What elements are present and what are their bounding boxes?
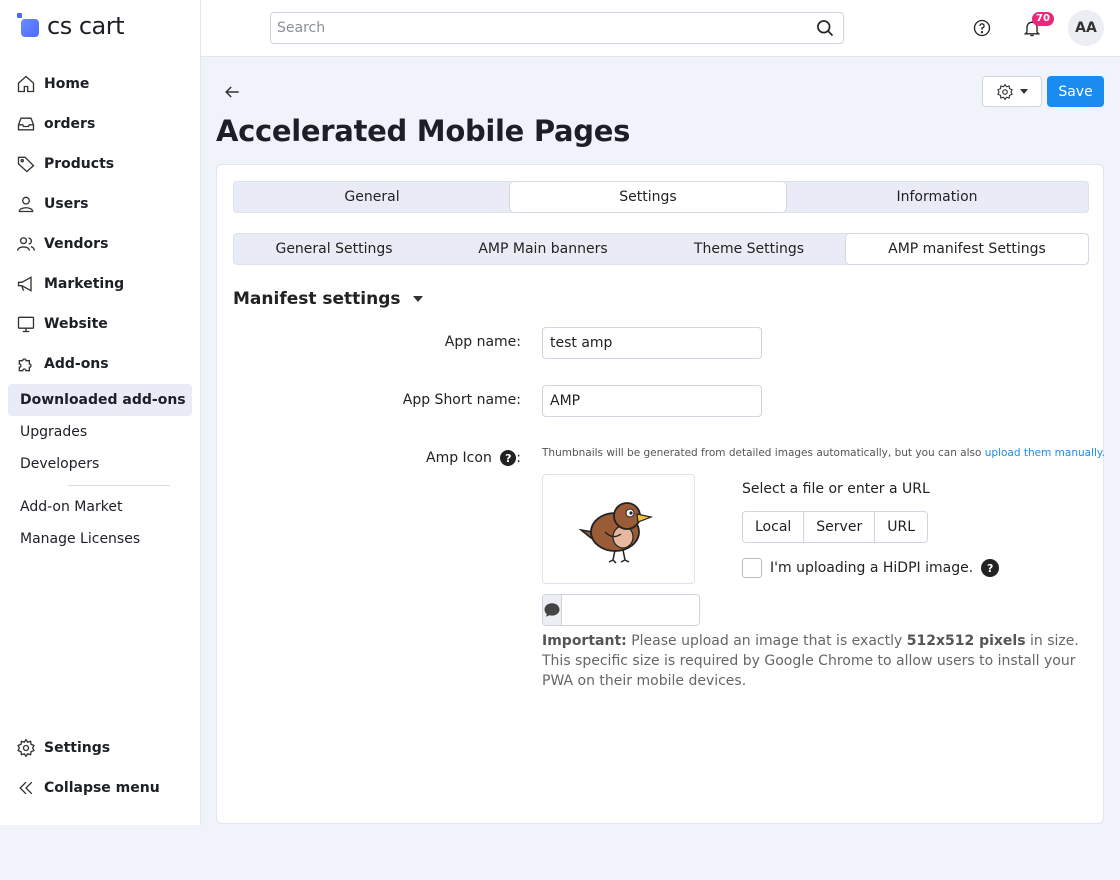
logo[interactable]: cs cart	[17, 12, 125, 40]
page-title: Accelerated Mobile Pages	[216, 114, 631, 148]
bird-icon	[578, 502, 653, 564]
user-icon	[16, 194, 36, 214]
app-name-label: App name:	[444, 334, 521, 350]
double-chevron-left-icon	[16, 778, 36, 798]
sidebar-item-addons[interactable]: Add-ons	[0, 344, 200, 384]
gear-icon	[997, 82, 1013, 101]
alt-text-group	[542, 594, 700, 626]
monitor-icon	[16, 314, 36, 334]
sidebar-item-label: Users	[44, 196, 89, 212]
search-input[interactable]	[271, 13, 807, 43]
hidpi-label: I'm uploading a HiDPI image.	[770, 560, 974, 576]
help-icon[interactable]: ?	[500, 450, 517, 466]
thumbnail-note: Thumbnails will be generated from detail…	[542, 447, 1105, 459]
tab-information[interactable]: Information	[786, 182, 1088, 212]
file-source-group: Local Server URL	[742, 511, 928, 543]
divider	[68, 485, 170, 486]
thumbnail-note-text: Thumbnails will be generated from detail…	[542, 447, 985, 459]
sidebar-subitem-manage-licenses[interactable]: Manage Licenses	[8, 523, 192, 555]
addons-subnav: Downloaded add-ons Upgrades Developers A…	[8, 384, 192, 555]
save-button[interactable]: Save	[1047, 76, 1104, 107]
logo-icon	[17, 13, 41, 39]
image-preview	[542, 474, 695, 584]
help-icon[interactable]: ?	[981, 559, 1000, 577]
main-nav: Home orders Products Users Vendors Marke…	[0, 64, 200, 384]
help-icon[interactable]	[970, 16, 994, 40]
notification-badge: 70	[1032, 12, 1054, 26]
sidebar-item-label: orders	[44, 116, 96, 132]
home-icon	[16, 74, 36, 94]
topbar: 70 AA	[201, 0, 1120, 57]
important-label: Important:	[542, 633, 627, 649]
notifications-bell[interactable]: 70	[1020, 12, 1054, 40]
collapse-menu-button[interactable]: Collapse menu	[0, 768, 200, 808]
caret-down-icon	[412, 296, 423, 302]
sidebar-subitem-downloaded-addons[interactable]: Downloaded add-ons	[8, 384, 192, 416]
sidebar-item-label: Vendors	[44, 236, 109, 252]
server-button[interactable]: Server	[804, 512, 876, 542]
section-header[interactable]: Manifest settings	[233, 289, 423, 309]
puzzle-icon	[16, 354, 36, 374]
amp-icon-label: Amp Icon ?:	[426, 450, 521, 466]
sidebar-item-home[interactable]: Home	[0, 64, 200, 104]
avatar[interactable]: AA	[1068, 10, 1104, 46]
tab-general[interactable]: General	[234, 182, 510, 212]
comment-icon	[543, 595, 562, 625]
important-note: Important: Please upload an image that i…	[542, 631, 1092, 691]
local-button[interactable]: Local	[743, 512, 805, 542]
tag-icon	[16, 154, 36, 174]
settings-subtabs: General Settings AMP Main banners Theme …	[233, 233, 1089, 265]
search-box	[270, 12, 844, 44]
logo-text: cs cart	[47, 12, 125, 40]
label-colon: :	[516, 450, 521, 466]
sidebar-item-label: Products	[44, 156, 115, 172]
sidebar-item-label: Collapse menu	[44, 780, 160, 796]
important-size: 512x512 pixels	[906, 633, 1026, 649]
main-tabs: General Settings Information	[233, 181, 1089, 213]
subtab-amp-main-banners[interactable]: AMP Main banners	[434, 234, 652, 264]
sidebar-bottom: Settings Collapse menu	[0, 728, 200, 808]
sidebar-subitem-developers[interactable]: Developers	[8, 448, 192, 480]
important-text: Please upload an image that is exactly	[626, 633, 907, 649]
amp-icon-label-text: Amp Icon	[426, 450, 492, 466]
sidebar-subitem-addon-market[interactable]: Add-on Market	[8, 491, 192, 523]
app-short-name-input[interactable]	[542, 385, 762, 417]
sidebar-item-label: Home	[44, 76, 90, 92]
inbox-icon	[16, 114, 36, 134]
hidpi-checkbox[interactable]	[742, 558, 762, 578]
users-icon	[16, 234, 36, 254]
tab-settings[interactable]: Settings	[510, 182, 786, 212]
settings-dropdown-button[interactable]	[982, 76, 1042, 107]
sidebar-subitem-upgrades[interactable]: Upgrades	[8, 416, 192, 448]
sidebar-item-marketing[interactable]: Marketing	[0, 264, 200, 304]
sidebar-item-label: Website	[44, 316, 108, 332]
url-button[interactable]: URL	[875, 512, 927, 542]
section-title: Manifest settings	[233, 289, 401, 309]
sidebar-item-users[interactable]: Users	[0, 184, 200, 224]
sidebar-item-label: Marketing	[44, 276, 125, 292]
sidebar-item-website[interactable]: Website	[0, 304, 200, 344]
megaphone-icon	[16, 274, 36, 294]
subtab-theme-settings[interactable]: Theme Settings	[652, 234, 846, 264]
sidebar-item-products[interactable]: Products	[0, 144, 200, 184]
sidebar: cs cart Home orders Products Users Vendo…	[0, 0, 201, 825]
gear-icon	[16, 738, 36, 758]
subtab-general-settings[interactable]: General Settings	[234, 234, 434, 264]
search-icon[interactable]	[807, 18, 843, 38]
sidebar-item-label: Settings	[44, 740, 111, 756]
sidebar-item-label: Add-ons	[44, 356, 109, 372]
back-arrow-icon[interactable]	[222, 82, 242, 102]
app-name-input[interactable]	[542, 327, 762, 359]
sidebar-item-vendors[interactable]: Vendors	[0, 224, 200, 264]
app-short-name-label: App Short name:	[402, 392, 521, 408]
content-card: General Settings Information General Set…	[216, 164, 1105, 824]
sidebar-item-settings[interactable]: Settings	[0, 728, 200, 768]
select-file-label: Select a file or enter a URL	[742, 481, 930, 497]
alt-text-input[interactable]	[562, 595, 699, 625]
hidpi-option: I'm uploading a HiDPI image. ?	[742, 558, 1000, 578]
upload-manually-link[interactable]: upload them manually.	[985, 447, 1105, 459]
sidebar-item-orders[interactable]: orders	[0, 104, 200, 144]
caret-down-icon	[1020, 89, 1028, 94]
subtab-amp-manifest-settings[interactable]: AMP manifest Settings	[846, 234, 1088, 264]
